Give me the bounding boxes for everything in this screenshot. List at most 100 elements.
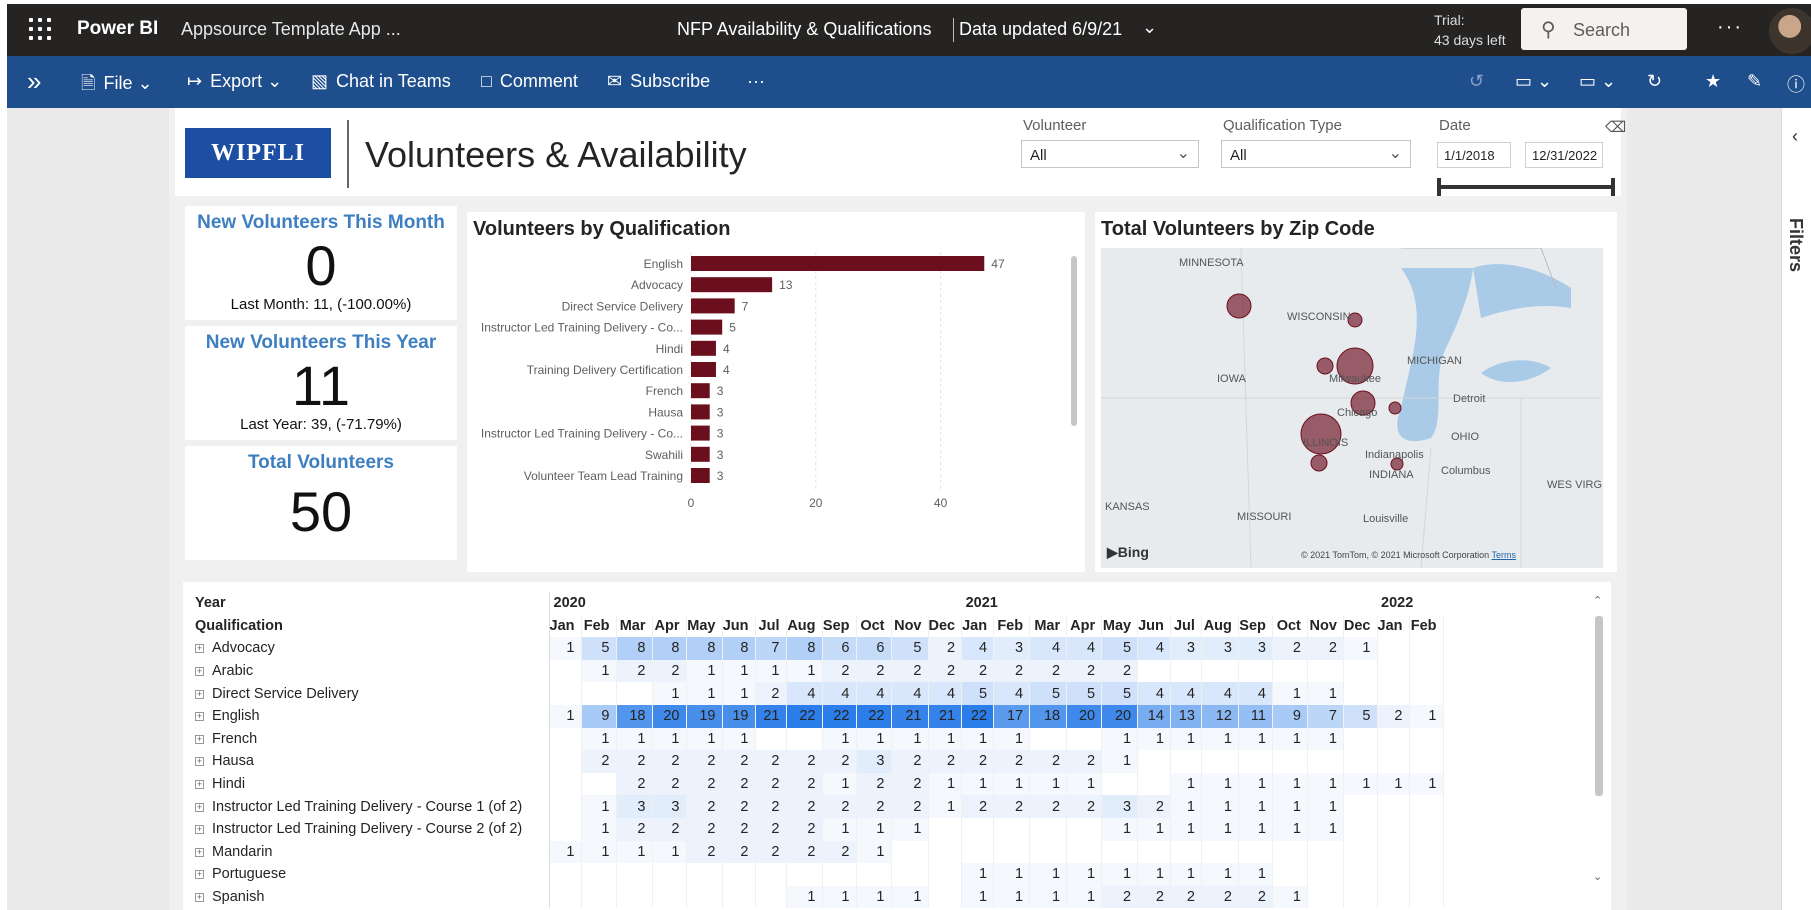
value-cell[interactable]: 1 <box>1066 772 1103 796</box>
value-cell[interactable]: 1 <box>652 840 687 864</box>
value-cell[interactable] <box>1137 840 1171 864</box>
value-cell[interactable] <box>1029 727 1068 751</box>
value-cell[interactable]: 1 <box>928 772 963 796</box>
value-cell[interactable]: 1 <box>1201 817 1239 841</box>
qualification-cell[interactable]: + Hausa <box>189 750 550 773</box>
value-cell[interactable] <box>1377 682 1410 705</box>
value-cell[interactable]: 2 <box>652 659 687 683</box>
value-cell[interactable]: 1 <box>581 840 617 864</box>
value-cell[interactable]: 4 <box>1238 682 1273 705</box>
value-cell[interactable] <box>1066 840 1103 864</box>
value-cell[interactable] <box>581 885 617 909</box>
value-cell[interactable] <box>652 863 687 886</box>
value-cell[interactable]: 22 <box>856 704 892 728</box>
value-cell[interactable] <box>1409 750 1444 773</box>
value-cell[interactable]: 2 <box>722 840 756 864</box>
expand-icon[interactable]: + <box>195 780 204 790</box>
value-cell[interactable]: 1 <box>961 885 995 909</box>
value-cell[interactable] <box>1377 750 1410 773</box>
value-cell[interactable] <box>581 682 617 705</box>
value-cell[interactable]: 1 <box>581 795 617 818</box>
value-cell[interactable] <box>1029 817 1068 841</box>
value-cell[interactable] <box>1343 750 1378 773</box>
value-cell[interactable] <box>1307 840 1344 864</box>
value-cell[interactable]: 2 <box>686 840 723 864</box>
table-row[interactable]: + Mandarin 1 1 1 1 2 2 2 2 2 1 <box>189 840 1444 864</box>
value-cell[interactable]: 2 <box>722 817 756 841</box>
value-cell[interactable] <box>1170 750 1202 773</box>
value-cell[interactable]: 1 <box>1238 817 1273 841</box>
bar[interactable] <box>691 256 985 271</box>
value-cell[interactable] <box>1201 659 1239 683</box>
value-cell[interactable] <box>1377 727 1410 751</box>
value-cell[interactable]: 20 <box>1101 704 1139 728</box>
value-cell[interactable] <box>549 750 582 773</box>
scroll-up-icon[interactable]: ⌃ <box>1593 594 1602 607</box>
value-cell[interactable]: 4 <box>856 682 892 705</box>
value-cell[interactable] <box>786 863 823 886</box>
value-cell[interactable]: 4 <box>786 682 823 705</box>
value-cell[interactable]: 2 <box>1029 795 1068 818</box>
table-row[interactable]: + Instructor Led Training Delivery - Cour… <box>189 817 1444 841</box>
value-cell[interactable]: 1 <box>1307 772 1344 796</box>
value-cell[interactable] <box>1307 863 1344 886</box>
value-cell[interactable] <box>1377 817 1410 841</box>
value-cell[interactable] <box>549 817 582 841</box>
value-cell[interactable]: 5 <box>1066 682 1103 705</box>
value-cell[interactable]: 13 <box>1170 704 1202 728</box>
value-cell[interactable]: 1 <box>616 840 653 864</box>
value-cell[interactable]: 3 <box>616 795 653 818</box>
value-cell[interactable]: 18 <box>616 704 653 728</box>
table-row[interactable]: + French 1 1 1 1 1 1 1 1 1 1 1 1 1 1 1 1 1 1 <box>189 727 1444 751</box>
value-cell[interactable] <box>993 840 1031 864</box>
value-cell[interactable]: 2 <box>928 637 963 660</box>
value-cell[interactable]: 1 <box>993 727 1031 751</box>
value-cell[interactable] <box>928 840 963 864</box>
value-cell[interactable]: 2 <box>856 659 892 683</box>
value-cell[interactable] <box>1307 885 1344 909</box>
value-cell[interactable]: 2 <box>786 750 823 773</box>
value-cell[interactable]: 2 <box>961 750 995 773</box>
value-cell[interactable]: 1 <box>549 637 582 660</box>
value-cell[interactable]: 2 <box>652 750 687 773</box>
value-cell[interactable] <box>928 885 963 909</box>
expand-icon[interactable]: + <box>195 847 204 857</box>
value-cell[interactable] <box>549 795 582 818</box>
value-cell[interactable]: 1 <box>1066 885 1103 909</box>
expand-icon[interactable]: + <box>195 734 204 744</box>
value-cell[interactable]: 8 <box>652 637 687 660</box>
subscribe-button[interactable]: ✉ Subscribe <box>607 71 710 92</box>
value-cell[interactable]: 2 <box>993 750 1031 773</box>
value-cell[interactable]: 2 <box>822 659 857 683</box>
value-cell[interactable]: 1 <box>786 659 823 683</box>
value-cell[interactable]: 1 <box>1201 863 1239 886</box>
table-row[interactable]: + Portuguese 1 1 1 1 1 1 1 1 1 <box>189 863 1444 886</box>
edit-icon[interactable]: ✎ <box>1747 71 1762 92</box>
value-cell[interactable]: 2 <box>581 750 617 773</box>
value-cell[interactable]: 19 <box>686 704 723 728</box>
value-cell[interactable] <box>1377 795 1410 818</box>
value-cell[interactable]: 14 <box>1137 704 1171 728</box>
value-cell[interactable]: 1 <box>616 727 653 751</box>
value-cell[interactable]: 1 <box>1201 727 1239 751</box>
clear-selection-icon[interactable]: ⌫ <box>1605 118 1626 136</box>
workspace-breadcrumb[interactable]: Appsource Template App ... <box>181 19 401 40</box>
value-cell[interactable]: 1 <box>581 727 617 751</box>
value-cell[interactable] <box>1377 659 1410 683</box>
value-cell[interactable]: 2 <box>1201 885 1239 909</box>
value-cell[interactable]: 1 <box>1307 682 1344 705</box>
value-cell[interactable]: 1 <box>755 659 787 683</box>
user-avatar[interactable] <box>1769 8 1811 54</box>
value-cell[interactable]: 6 <box>856 637 892 660</box>
value-cell[interactable]: 2 <box>722 772 756 796</box>
value-cell[interactable]: 2 <box>722 795 756 818</box>
value-cell[interactable] <box>1409 795 1444 818</box>
value-cell[interactable]: 4 <box>1170 682 1202 705</box>
bar[interactable] <box>691 298 735 314</box>
value-cell[interactable] <box>1066 817 1103 841</box>
chat-in-teams-button[interactable]: ▧ Chat in Teams <box>311 71 451 92</box>
value-cell[interactable] <box>1409 817 1444 841</box>
value-cell[interactable] <box>1101 840 1139 864</box>
value-cell[interactable]: 2 <box>993 659 1031 683</box>
value-cell[interactable]: 1 <box>961 772 995 796</box>
